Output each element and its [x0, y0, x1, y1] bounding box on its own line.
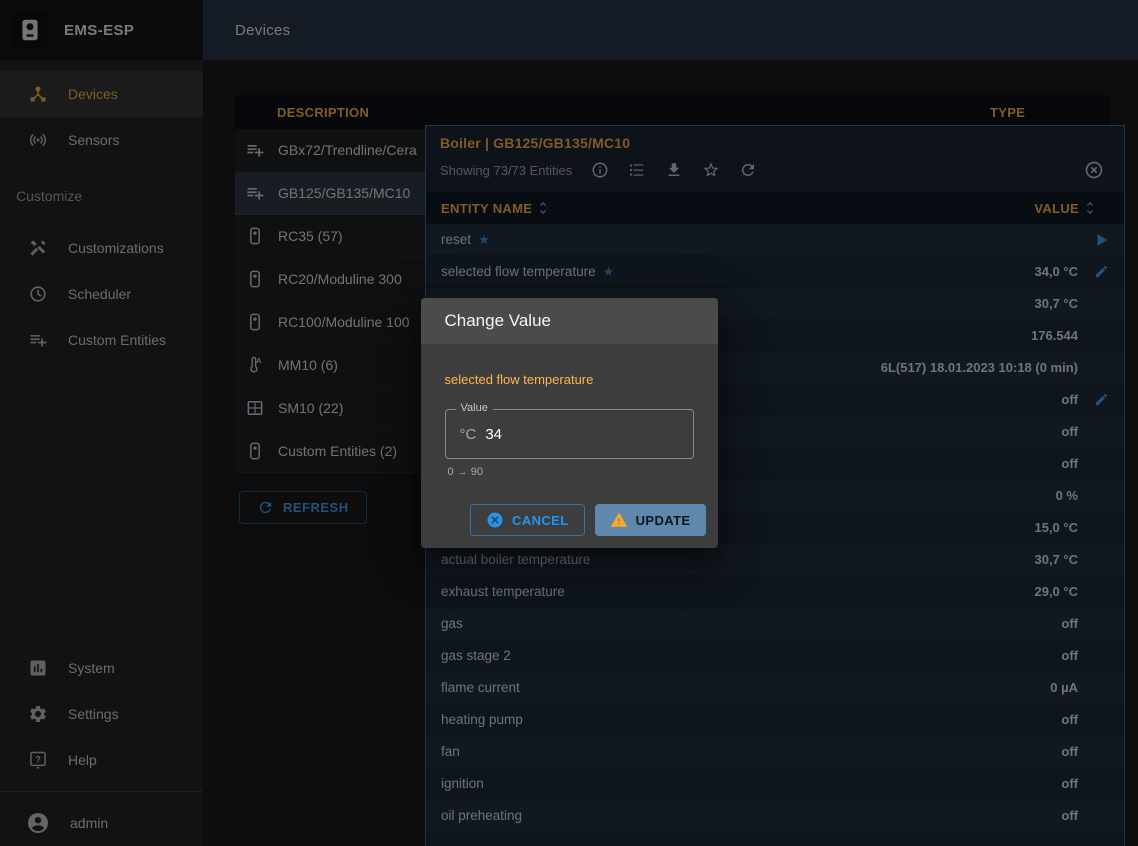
- cancel-button[interactable]: CANCEL: [470, 504, 585, 536]
- cancel-button-label: CANCEL: [512, 513, 569, 528]
- dialog-container: Change Value selected flow temperature V…: [0, 0, 1138, 846]
- update-button[interactable]: UPDATE: [595, 504, 706, 536]
- dialog-title: Change Value: [421, 298, 718, 344]
- value-field-label: Value: [456, 402, 493, 414]
- warning-icon: [610, 511, 628, 529]
- app-root: EMS-ESP Devices Sensors Customize Custom…: [0, 0, 1138, 846]
- change-value-dialog: Change Value selected flow temperature V…: [421, 298, 718, 548]
- dialog-actions: CANCEL UPDATE: [421, 478, 718, 548]
- cancel-circle-icon: [486, 511, 504, 529]
- value-input[interactable]: [485, 426, 678, 443]
- value-range-helper: 0 → 90: [448, 466, 694, 478]
- unit-adornment: °C: [460, 426, 477, 443]
- dialog-entity-label: selected flow temperature: [445, 372, 694, 387]
- update-button-label: UPDATE: [636, 513, 691, 528]
- value-field[interactable]: Value °C: [445, 409, 694, 459]
- dialog-body: selected flow temperature Value °C 0 → 9…: [421, 344, 718, 478]
